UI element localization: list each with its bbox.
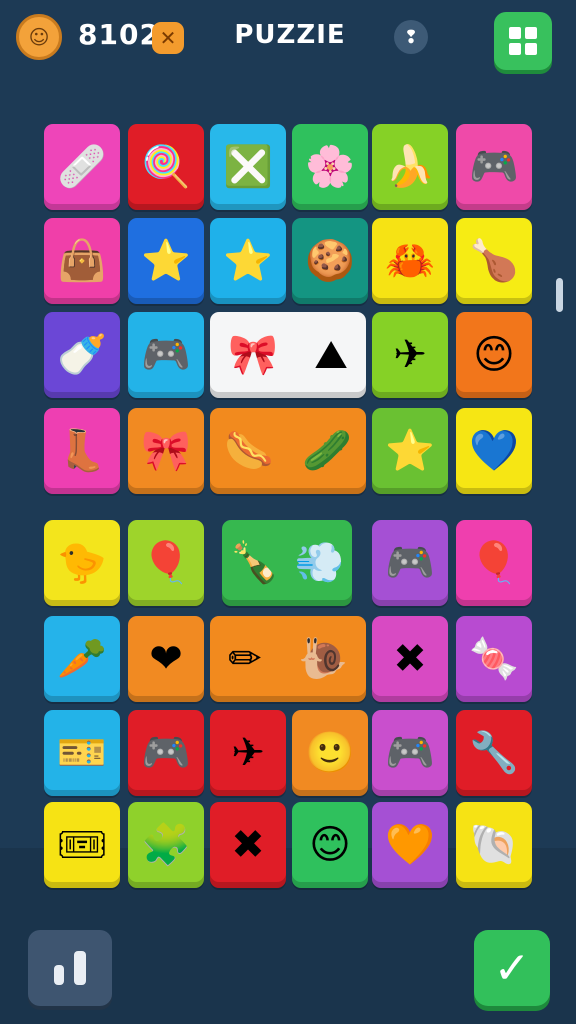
bag-icon: 👜 <box>57 238 107 284</box>
wide-tile[interactable]: 🍾 💨 <box>222 520 352 606</box>
wide-tile[interactable]: 🎀 ⛰ <box>210 312 366 398</box>
carrot-icon: 🥕 <box>57 636 107 682</box>
tile-gamepad-icon[interactable]: 🎮 <box>372 520 448 606</box>
balloon-icon: 🎈 <box>141 540 191 586</box>
creature-icon: 🦀 <box>385 238 435 284</box>
tile-candy-icon[interactable]: 🍬 <box>456 616 532 702</box>
candy-icon: 🍬 <box>469 636 519 682</box>
tile-smiley-icon[interactable]: 😊 <box>292 802 368 888</box>
splash-icon: 💨 <box>294 540 345 586</box>
crossed-sticks-icon: ✖ <box>231 822 265 868</box>
wrench-icon: 🔧 <box>469 730 519 776</box>
bottle-icon: 🍾 <box>229 540 280 586</box>
tile-carrot-icon[interactable]: 🥕 <box>44 616 120 702</box>
tile-star-icon[interactable]: ⭐ <box>128 218 204 304</box>
tile-ticket-icon[interactable]: 🎫 <box>44 710 120 796</box>
confirm-button[interactable]: ✓ <box>474 930 550 1006</box>
tile-heart-icon[interactable]: 🧡 <box>372 802 448 888</box>
tile-candy-icon[interactable]: 🍭 <box>128 124 204 210</box>
tile-heart-icon[interactable]: 💙 <box>456 408 532 494</box>
tile-flower-icon[interactable]: 🌸 <box>292 124 368 210</box>
bow-icon: 🎀 <box>228 332 278 378</box>
tile-ticket-icon[interactable]: 🎟 <box>44 802 120 888</box>
tile-bottle-icon[interactable]: 🍼 <box>44 312 120 398</box>
tile-plane-icon[interactable]: ✈ <box>210 710 286 796</box>
gamepad-icon: 🎮 <box>141 332 191 378</box>
blob-icon: 🧩 <box>141 822 191 868</box>
tile-bag-icon[interactable]: 👜 <box>44 218 120 304</box>
candy-icon: 🍭 <box>141 144 191 190</box>
tile-crossed-tools-icon[interactable]: ✖ <box>372 616 448 702</box>
heart-icon: 💙 <box>469 428 519 474</box>
tile-shell-icon[interactable]: 🐚 <box>456 802 532 888</box>
crossed-tools-icon: ✖ <box>393 636 427 682</box>
bowtie-icon: 🎀 <box>141 428 191 474</box>
plane-icon: ✈ <box>231 730 265 776</box>
star-icon: ⭐ <box>385 428 435 474</box>
gamepad-icon: 🎮 <box>469 144 519 190</box>
star-icon: ⭐ <box>141 238 191 284</box>
bottle-icon: 🍼 <box>57 332 107 378</box>
smiley-icon: 🙂 <box>305 730 355 776</box>
tile-gamepad-icon[interactable]: 🎮 <box>128 710 204 796</box>
heart-icon: ❤ <box>149 636 183 682</box>
mountain-box-icon: ⛰ <box>314 332 348 378</box>
checkmark-icon: ✓ <box>493 942 531 994</box>
cookie-icon: 🍪 <box>305 238 355 284</box>
tile-star-icon[interactable]: ⭐ <box>210 218 286 304</box>
ticket-icon: 🎟 <box>56 822 108 868</box>
pencil-icon: ✏ <box>228 636 262 682</box>
tile-heart-icon[interactable]: ❤ <box>128 616 204 702</box>
heart-icon: 🧡 <box>385 822 435 868</box>
tile-smiley-icon[interactable]: 😊 <box>456 312 532 398</box>
banana-icon: 🍌 <box>385 144 435 190</box>
pause-icon <box>54 965 64 985</box>
chick-icon: 🐤 <box>57 540 107 586</box>
tile-creature-icon[interactable]: 🦀 <box>372 218 448 304</box>
snail-icon: 🐌 <box>298 636 348 682</box>
tile-bandage-icon[interactable]: 🩹 <box>44 124 120 210</box>
wide-tile[interactable]: 🌭 🥒 <box>210 408 366 494</box>
ticket-icon: 🎫 <box>57 730 107 776</box>
wide-tile[interactable]: ✏ 🐌 <box>210 616 366 702</box>
star-icon: ⭐ <box>223 238 273 284</box>
tile-smiley-icon[interactable]: 🙂 <box>292 710 368 796</box>
tile-banana-icon[interactable]: 🍌 <box>372 124 448 210</box>
tile-crossed-sticks-icon[interactable]: ✖ <box>210 802 286 888</box>
boot-icon: 👢 <box>57 428 107 474</box>
scrollbar[interactable] <box>556 278 563 312</box>
gamepad-icon: 🎮 <box>141 730 191 776</box>
pause-button[interactable] <box>28 930 112 1006</box>
tile-chick-icon[interactable]: 🐤 <box>44 520 120 606</box>
tile-gamepad-icon[interactable]: 🎮 <box>128 312 204 398</box>
crossed-box-icon: ❎ <box>223 144 273 190</box>
sausage-icon: 🌭 <box>224 428 274 474</box>
shell-icon: 🐚 <box>469 822 519 868</box>
tile-bowtie-icon[interactable]: 🎀 <box>128 408 204 494</box>
flower-icon: 🌸 <box>305 144 355 190</box>
tile-drumstick-icon[interactable]: 🍗 <box>456 218 532 304</box>
tile-balloon-icon[interactable]: 🎈 <box>128 520 204 606</box>
tile-balloon-icon[interactable]: 🎈 <box>456 520 532 606</box>
balloon-icon: 🎈 <box>469 540 519 586</box>
drumstick-icon: 🍗 <box>469 238 519 284</box>
tile-boot-icon[interactable]: 👢 <box>44 408 120 494</box>
tile-gamepad-icon[interactable]: 🎮 <box>372 710 448 796</box>
smiley-icon: 😊 <box>473 332 515 378</box>
tile-paper-plane-icon[interactable]: ✈ <box>372 312 448 398</box>
tile-gamepad-icon[interactable]: 🎮 <box>456 124 532 210</box>
gamepad-icon: 🎮 <box>385 730 435 776</box>
smiley-icon: 😊 <box>309 822 351 868</box>
tile-star-icon[interactable]: ⭐ <box>372 408 448 494</box>
gamepad-icon: 🎮 <box>385 540 435 586</box>
bean-icon: 🥒 <box>302 428 352 474</box>
tile-wrench-icon[interactable]: 🔧 <box>456 710 532 796</box>
tile-crossed-box-icon[interactable]: ❎ <box>210 124 286 210</box>
paper-plane-icon: ✈ <box>393 332 427 378</box>
tile-blob-icon[interactable]: 🧩 <box>128 802 204 888</box>
bandage-icon: 🩹 <box>57 144 107 190</box>
puzzle-board: 🩹 🍭 ❎ 🌸 🍌 🎮 👜 ⭐ ⭐ 🍪 🦀 🍗 🍼 🎮 ✈ 😊 👢 🎀 ⭐ 💙 🐤 🎈 🎮 🎈 🥕 ❤ ✖ 🍬 🎫 🎮 ✈ 🙂 🎮 🔧 🎟 🧩 ✖ 😊 🧡 🐚… <box>0 0 576 1024</box>
tile-cookie-icon[interactable]: 🍪 <box>292 218 368 304</box>
